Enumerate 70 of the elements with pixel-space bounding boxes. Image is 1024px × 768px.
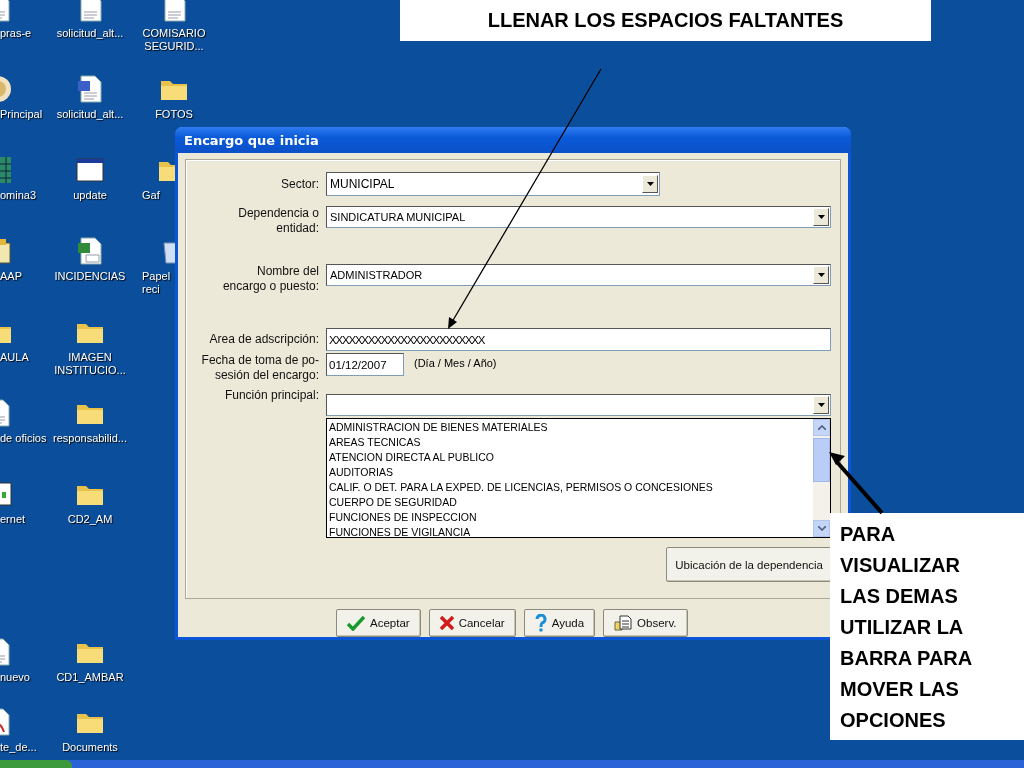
scroll-up-button[interactable] xyxy=(813,419,830,436)
scrollbar-thumb[interactable] xyxy=(813,438,830,482)
icon-label: COMISARIO SEGURID... xyxy=(141,27,207,53)
list-option[interactable]: AREAS TECNICAS xyxy=(329,435,811,450)
chevron-up-icon xyxy=(817,425,826,430)
icon-label: solicitud_alt... xyxy=(56,108,124,121)
icon-label: AULA xyxy=(0,351,29,364)
chevron-down-icon xyxy=(817,526,826,531)
scroll-down-button[interactable] xyxy=(813,520,830,537)
caret-icon xyxy=(646,182,654,186)
icon-label: AAP xyxy=(0,270,22,283)
icon-label: solicitud_alt... xyxy=(56,27,124,40)
dropdown-button[interactable] xyxy=(813,208,829,226)
list-option[interactable]: CALIF. O DET. PARA LA EXPED. DE LICENCIAS, PERMISOS O CONCESIONES xyxy=(329,480,811,495)
question-mark-icon xyxy=(534,614,547,632)
icon-label: update xyxy=(73,189,107,202)
icon-label: CD1_AMBAR xyxy=(56,671,124,684)
start-button[interactable] xyxy=(0,760,72,768)
annotation-callout: PARA VISUALIZAR LAS DEMAS UTILIZAR LA BARRA PARA MOVER LAS OPCIONES xyxy=(830,513,1024,740)
icon-label: nuevo xyxy=(0,671,30,684)
list-option[interactable]: AUDITORIAS xyxy=(329,465,811,480)
accept-button[interactable]: Aceptar xyxy=(336,609,421,637)
icon-label: omina3 xyxy=(0,189,37,202)
icon-label: FOTOS xyxy=(155,108,193,121)
cross-icon xyxy=(439,616,454,630)
icon-label: Papel reci xyxy=(142,270,172,296)
icon-label: responsabilid... xyxy=(53,432,127,445)
caret-icon xyxy=(817,215,825,219)
dropdown-button[interactable] xyxy=(813,396,829,414)
dropdown-field[interactable]: SINDICATURA MUNICIPAL xyxy=(326,206,831,228)
list-option[interactable]: CUERPO DE SEGURIDAD xyxy=(329,495,811,510)
field-label: Nombre del encargo o puesto: xyxy=(221,264,319,294)
caret-icon xyxy=(817,403,825,407)
icon-label: Principal xyxy=(0,108,43,121)
help-button[interactable]: Ayuda xyxy=(523,609,596,637)
icon-label: CD2_AM xyxy=(67,513,113,526)
field-label: Fecha de toma de po-sesión del encargo: xyxy=(200,353,319,383)
icon-label: te_de... xyxy=(0,741,37,754)
dropdown-field[interactable]: MUNICIPAL xyxy=(326,172,660,196)
dropdown-field[interactable]: ADMINISTRADOR xyxy=(326,264,831,286)
dropdown-button[interactable] xyxy=(642,175,658,193)
icon-label: IMAGEN INSTITUCIO... xyxy=(53,351,127,377)
list-option[interactable]: FUNCIONES DE VIGILANCIA xyxy=(329,525,811,540)
icon-label: ernet xyxy=(0,513,26,526)
date-field[interactable]: 01/12/2007 xyxy=(326,353,404,376)
list-option[interactable]: FUNCIONES DE INSPECCION xyxy=(329,510,811,525)
cancel-button[interactable]: Cancelar xyxy=(428,609,516,637)
scrollbar[interactable] xyxy=(813,419,830,537)
location-button[interactable]: Ubicación de la dependencia xyxy=(666,547,832,582)
caret-icon xyxy=(817,273,825,277)
field-label: Sector: xyxy=(280,177,319,192)
list-option[interactable]: ADMINISTRACION DE BIENES MATERIALES xyxy=(329,420,811,435)
icon-label: de oficios xyxy=(0,432,47,445)
icon-label: pras-e xyxy=(0,27,32,40)
field-label: Función principal: xyxy=(223,388,319,403)
date-format-hint: (Día / Mes / Año) xyxy=(414,356,497,369)
window-title: Encargo que inicia xyxy=(184,132,319,148)
dropdown-button[interactable] xyxy=(813,266,829,284)
document-icon xyxy=(614,615,633,631)
notes-button[interactable]: Observ. xyxy=(603,609,688,637)
icon-label: INCIDENCIAS xyxy=(54,270,126,283)
text-field[interactable]: XXXXXXXXXXXXXXXXXXXXXXXX xyxy=(326,328,831,351)
dropdown-field[interactable] xyxy=(326,394,831,416)
icon-label: Gaf xyxy=(142,189,161,202)
field-label: Dependencia o entidad: xyxy=(237,206,319,236)
list-option[interactable]: ATENCION DIRECTA AL PUBLICO xyxy=(329,450,811,465)
annotation-callout: LLENAR LOS ESPACIOS FALTANTES xyxy=(400,0,931,41)
checkmark-icon xyxy=(347,615,365,631)
icon-label: Documents xyxy=(62,741,118,754)
field-label: Area de adscripción: xyxy=(208,332,319,347)
